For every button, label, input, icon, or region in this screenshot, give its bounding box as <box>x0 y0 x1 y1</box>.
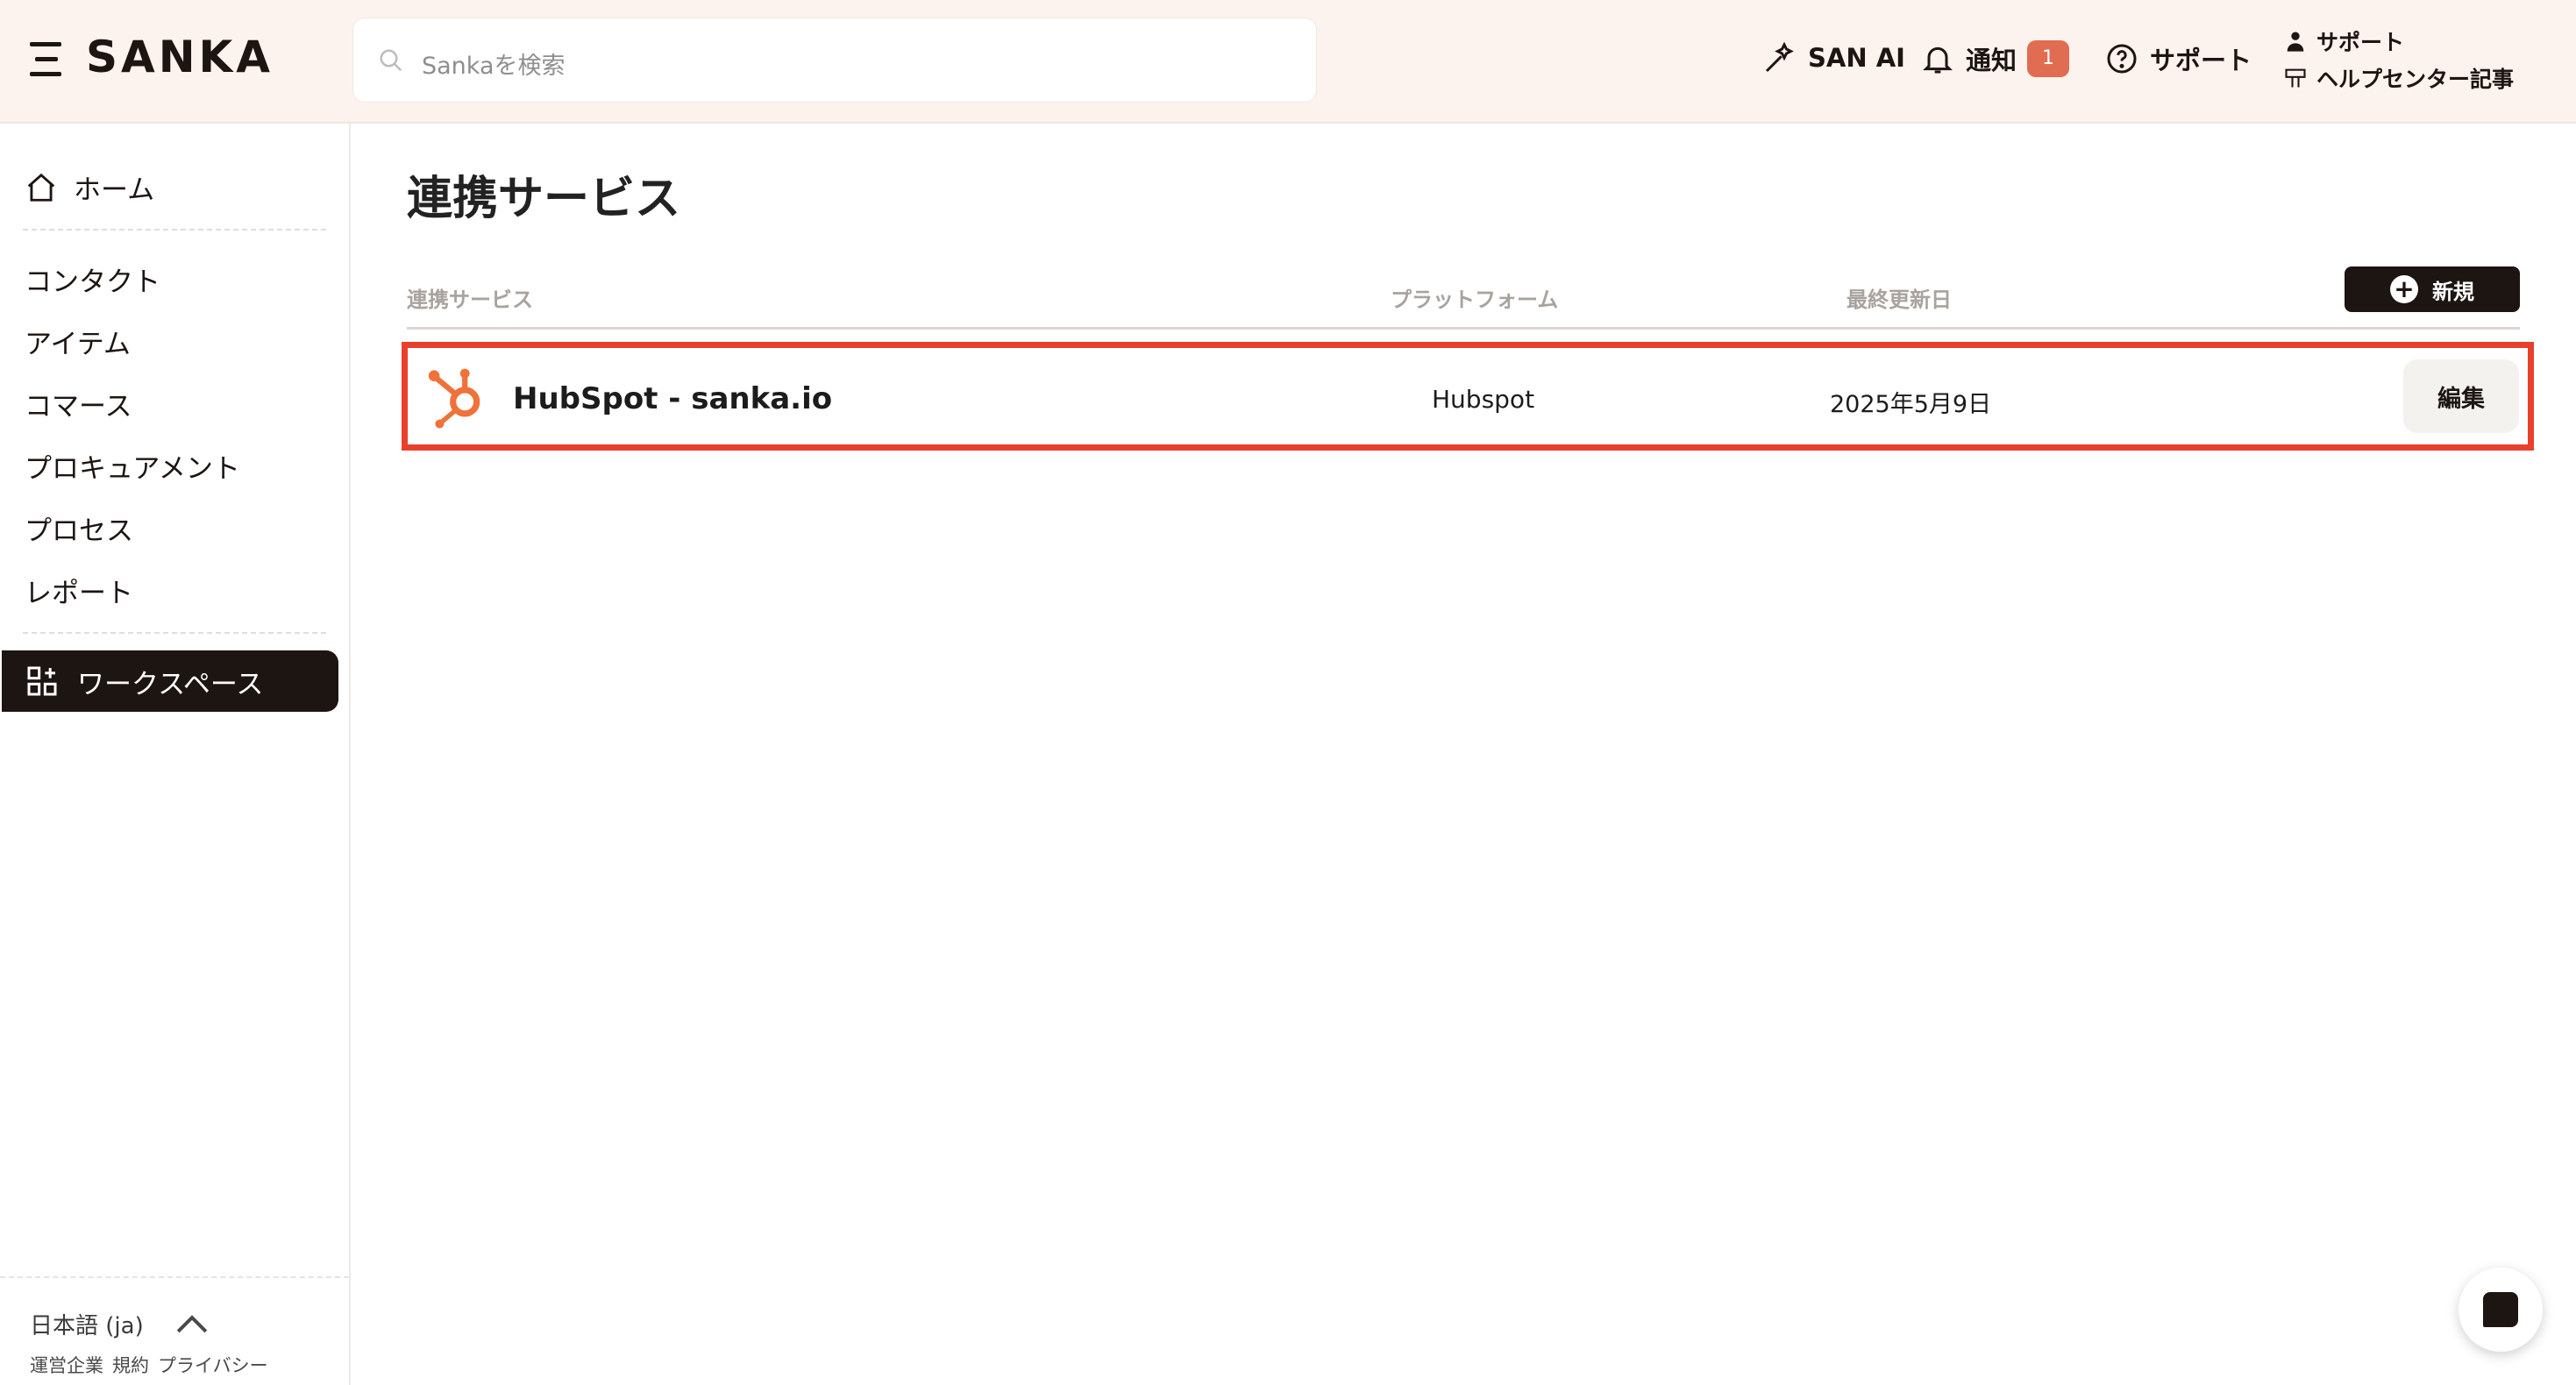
sidebar-item-label: アイテム <box>25 329 131 360</box>
notifications-button[interactable]: 通知 1 <box>1920 40 2070 77</box>
help-center-label: ヘルプセンター記事 <box>2316 67 2515 92</box>
language-label: 日本語 (ja) <box>30 1313 144 1339</box>
column-header-updated: 最終更新日 <box>1847 288 1952 312</box>
sidebar-item-workspace[interactable]: ワークスペース <box>2 650 338 712</box>
home-icon <box>27 173 55 202</box>
notifications-label: 通知 <box>1966 46 2017 75</box>
chat-bubble-icon <box>2483 1292 2518 1327</box>
sidebar-item-label: コマース <box>25 391 132 423</box>
sidebar-item-label: コンタクト <box>25 266 160 298</box>
support-links: サポート ヘルプセンター記事 <box>2283 23 2514 96</box>
sidebar-divider <box>23 229 326 231</box>
sidebar-divider <box>23 632 326 634</box>
integration-platform: Hubspot <box>1432 385 1535 414</box>
edit-button[interactable]: 編集 <box>2403 359 2519 433</box>
new-integration-button[interactable]: + 新規 <box>2345 266 2520 312</box>
sidebar-item-procurement[interactable]: プロキュアメント <box>25 446 240 486</box>
footer-links: 運営企業 規約 プライバシー <box>30 1352 268 1378</box>
footer-link-terms[interactable]: 規約 <box>112 1352 149 1378</box>
san-ai-button[interactable]: SAN AI <box>1762 40 1905 75</box>
table-row[interactable]: HubSpot - sanka.io Hubspot 2025年5月9日 編集 <box>402 342 2534 451</box>
support-link-label: サポート <box>2316 30 2405 55</box>
help-center-link[interactable]: ヘルプセンター記事 <box>2283 60 2514 96</box>
sidebar-item-label: プロキュアメント <box>25 453 240 485</box>
integration-name[interactable]: HubSpot - sanka.io <box>513 381 832 416</box>
footer-link-privacy[interactable]: プライバシー <box>158 1352 268 1378</box>
column-header-platform: プラットフォーム <box>1391 288 1559 312</box>
signpost-icon <box>2285 68 2306 88</box>
hubspot-logo-icon <box>428 368 480 429</box>
sidebar-item-label: ホーム <box>74 174 155 206</box>
chevron-up-icon <box>176 1314 207 1332</box>
sidebar: ホーム コンタクト アイテム コマース プロキュアメント プロセス レポート ワ… <box>0 124 351 1385</box>
help-circle-icon <box>2107 44 2137 74</box>
support-link[interactable]: サポート <box>2283 23 2514 60</box>
brand-logo[interactable]: SANKA <box>86 32 274 82</box>
search-placeholder: Sankaを検索 <box>422 53 566 80</box>
sidebar-footer: 日本語 (ja) 運営企業 規約 プライバシー <box>0 1276 349 1385</box>
magic-wand-icon <box>1765 41 1794 73</box>
search-input[interactable]: Sankaを検索 <box>352 18 1317 103</box>
sidebar-item-items[interactable]: アイテム <box>25 322 131 361</box>
table-header-divider <box>407 327 2520 330</box>
integration-updated-date: 2025年5月9日 <box>1830 391 1992 418</box>
page-title: 連携サービス <box>407 173 681 225</box>
sidebar-item-label: ワークスペース <box>77 668 264 700</box>
sidebar-item-contacts[interactable]: コンタクト <box>25 259 160 299</box>
column-header-service: 連携サービス <box>407 288 533 312</box>
top-header: SANKA Sankaを検索 SAN AI 通知 1 サポート サポート ヘルプ… <box>0 0 2576 124</box>
support-button[interactable]: サポート <box>2104 40 2252 77</box>
footer-link-company[interactable]: 運営企業 <box>30 1352 103 1378</box>
sidebar-item-commerce[interactable]: コマース <box>25 384 132 423</box>
sidebar-item-process[interactable]: プロセス <box>25 508 133 548</box>
support-label: サポート <box>2150 46 2252 75</box>
notification-count-badge: 1 <box>2027 40 2070 77</box>
chat-widget-button[interactable] <box>2459 1268 2543 1352</box>
language-selector[interactable]: 日本語 (ja) <box>30 1308 209 1340</box>
plus-icon: + <box>2390 275 2418 303</box>
bell-icon <box>1923 46 1953 74</box>
sidebar-item-reports[interactable]: レポート <box>25 571 133 610</box>
person-icon <box>2287 32 2304 52</box>
menu-icon[interactable] <box>30 42 67 77</box>
search-icon <box>380 49 402 72</box>
san-ai-label: SAN AI <box>1808 43 1905 73</box>
new-button-label: 新規 <box>2432 279 2474 304</box>
sidebar-item-label: レポート <box>25 578 133 609</box>
sidebar-item-home[interactable]: ホーム <box>25 167 154 207</box>
sidebar-item-label: プロセス <box>25 515 133 547</box>
grid-icon <box>27 666 57 696</box>
